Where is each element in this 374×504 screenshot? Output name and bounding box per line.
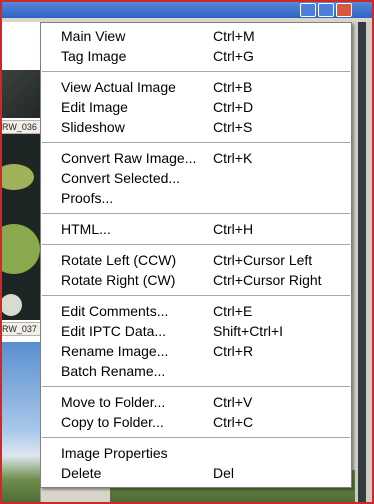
thumbnail-label: RW_036 (0, 120, 40, 134)
menu-item-batch-rename[interactable]: Batch Rename... (41, 361, 351, 381)
menu-item-rotate-right[interactable]: Rotate Right (CW) Ctrl+Cursor Right (41, 270, 351, 290)
menu-separator (42, 295, 350, 296)
context-menu: Main View Ctrl+M Tag Image Ctrl+G View A… (40, 22, 352, 488)
menu-separator (42, 244, 350, 245)
window-titlebar (0, 0, 374, 18)
menu-item-proofs[interactable]: Proofs... (41, 188, 351, 208)
menu-item-tag-image[interactable]: Tag Image Ctrl+G (41, 46, 351, 66)
menu-item-convert-raw-image[interactable]: Convert Raw Image... Ctrl+K (41, 148, 351, 168)
menu-separator (42, 142, 350, 143)
scroll-region (358, 22, 366, 504)
menu-separator (42, 213, 350, 214)
maximize-icon[interactable] (318, 3, 334, 17)
minimize-icon[interactable] (300, 3, 316, 17)
menu-item-main-view[interactable]: Main View Ctrl+M (41, 26, 351, 46)
thumbnail-image[interactable] (0, 342, 40, 504)
menu-item-edit-image[interactable]: Edit Image Ctrl+D (41, 97, 351, 117)
menu-item-view-actual-image[interactable]: View Actual Image Ctrl+B (41, 77, 351, 97)
close-icon[interactable] (336, 3, 352, 17)
menu-item-html[interactable]: HTML... Ctrl+H (41, 219, 351, 239)
menu-item-delete[interactable]: Delete Del (41, 463, 351, 483)
menu-item-rotate-left[interactable]: Rotate Left (CCW) Ctrl+Cursor Left (41, 250, 351, 270)
menu-item-convert-selected[interactable]: Convert Selected... (41, 168, 351, 188)
thumbnail-image[interactable] (0, 70, 40, 118)
menu-item-edit-comments[interactable]: Edit Comments... Ctrl+E (41, 301, 351, 321)
lily-pad-shape (0, 224, 40, 274)
thumbnail-label: RW_037 (0, 322, 40, 336)
menu-item-image-properties[interactable]: Image Properties (41, 443, 351, 463)
thumbnail-strip: RW_036 RW_037 (0, 22, 41, 504)
lily-pad-shape (0, 294, 22, 316)
menu-item-edit-iptc-data[interactable]: Edit IPTC Data... Shift+Ctrl+I (41, 321, 351, 341)
menu-item-copy-to-folder[interactable]: Copy to Folder... Ctrl+C (41, 412, 351, 432)
menu-item-slideshow[interactable]: Slideshow Ctrl+S (41, 117, 351, 137)
menu-item-move-to-folder[interactable]: Move to Folder... Ctrl+V (41, 392, 351, 412)
menu-separator (42, 71, 350, 72)
lily-pad-shape (0, 164, 34, 190)
menu-item-rename-image[interactable]: Rename Image... Ctrl+R (41, 341, 351, 361)
menu-separator (42, 386, 350, 387)
menu-separator (42, 437, 350, 438)
thumbnail-image[interactable] (0, 134, 40, 320)
